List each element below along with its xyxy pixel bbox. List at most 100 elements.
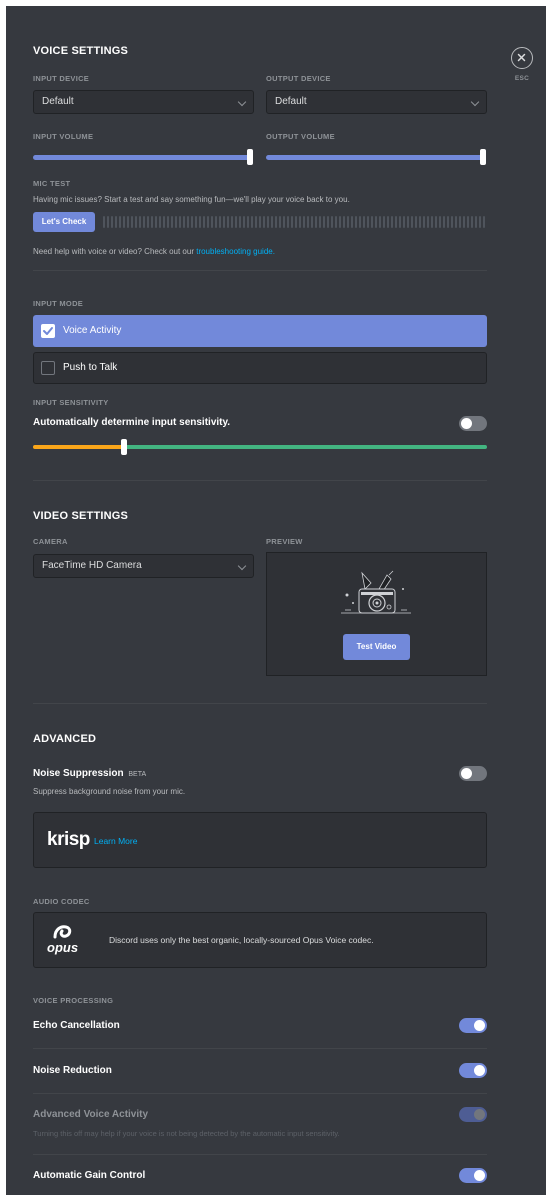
voice-activity-option[interactable]: Voice Activity <box>33 315 487 347</box>
mic-test-description: Having mic issues? Start a test and say … <box>33 195 350 204</box>
meter-tick <box>187 216 189 228</box>
meter-tick <box>271 216 273 228</box>
push-to-talk-label: Push to Talk <box>63 362 118 373</box>
meter-tick <box>287 216 289 228</box>
meter-tick <box>471 216 473 228</box>
meter-tick <box>291 216 293 228</box>
divider <box>33 1048 487 1049</box>
automatic-gain-control-label: Automatic Gain Control <box>33 1170 146 1181</box>
meter-tick <box>383 216 385 228</box>
voice-activity-label: Voice Activity <box>63 325 122 336</box>
meter-tick <box>203 216 205 228</box>
auto-sensitivity-toggle[interactable] <box>459 416 487 431</box>
meter-tick <box>267 216 269 228</box>
meter-tick <box>227 216 229 228</box>
output-device-value: Default <box>275 96 307 107</box>
advanced-title: ADVANCED <box>33 733 97 745</box>
push-to-talk-option[interactable]: Push to Talk <box>33 352 487 384</box>
meter-tick <box>355 216 357 228</box>
meter-tick <box>307 216 309 228</box>
mic-test-label: MIC TEST <box>33 179 71 188</box>
settings-panel: ESC VOICE SETTINGS INPUT DEVICE Default … <box>6 6 546 1195</box>
meter-tick <box>407 216 409 228</box>
meter-tick <box>239 216 241 228</box>
input-device-label: INPUT DEVICE <box>33 74 90 83</box>
meter-tick <box>295 216 297 228</box>
lets-check-button[interactable]: Let's Check <box>33 212 95 232</box>
noise-suppression-toggle[interactable] <box>459 766 487 781</box>
meter-tick <box>483 216 485 228</box>
meter-tick <box>319 216 321 228</box>
test-video-button[interactable]: Test Video <box>343 634 410 660</box>
sensitivity-handle[interactable] <box>121 439 127 455</box>
meter-tick <box>379 216 381 228</box>
preview-label: PREVIEW <box>266 537 303 546</box>
divider <box>33 703 487 704</box>
close-button[interactable] <box>511 47 533 69</box>
close-icon <box>517 53 526 62</box>
meter-tick <box>247 216 249 228</box>
input-volume-slider[interactable] <box>33 155 252 160</box>
meter-tick <box>175 216 177 228</box>
meter-tick <box>111 216 113 228</box>
troubleshooting-link[interactable]: troubleshooting guide. <box>196 247 275 256</box>
meter-tick <box>459 216 461 228</box>
echo-cancellation-toggle[interactable] <box>459 1018 487 1033</box>
meter-tick <box>391 216 393 228</box>
automatic-gain-control-toggle[interactable] <box>459 1168 487 1183</box>
opus-description: Discord uses only the best organic, loca… <box>109 935 374 945</box>
meter-tick <box>215 216 217 228</box>
divider <box>33 480 487 481</box>
meter-tick <box>303 216 305 228</box>
advanced-voice-activity-toggle <box>459 1107 487 1122</box>
meter-tick <box>263 216 265 228</box>
meter-tick <box>403 216 405 228</box>
meter-tick <box>331 216 333 228</box>
meter-tick <box>231 216 233 228</box>
input-device-select[interactable]: Default <box>33 90 254 114</box>
meter-tick <box>367 216 369 228</box>
voice-processing-label: VOICE PROCESSING <box>33 996 114 1005</box>
meter-tick <box>131 216 133 228</box>
meter-tick <box>199 216 201 228</box>
meter-tick <box>431 216 433 228</box>
meter-tick <box>351 216 353 228</box>
noise-reduction-toggle[interactable] <box>459 1063 487 1078</box>
meter-tick <box>155 216 157 228</box>
meter-tick <box>419 216 421 228</box>
camera-value: FaceTime HD Camera <box>42 560 142 571</box>
sensitivity-bar-high <box>124 445 487 449</box>
camera-illustration-icon <box>341 570 411 614</box>
meter-tick <box>447 216 449 228</box>
chevron-down-icon <box>237 561 247 571</box>
camera-label: CAMERA <box>33 537 68 546</box>
video-preview: Test Video <box>266 552 487 676</box>
sensitivity-bar-low <box>33 445 124 449</box>
beta-tag: BETA <box>128 771 147 778</box>
meter-tick <box>443 216 445 228</box>
meter-tick <box>371 216 373 228</box>
help-prefix: Need help with voice or video? Check out… <box>33 247 194 256</box>
krisp-learn-more-link[interactable]: Learn More <box>94 836 137 846</box>
input-device-value: Default <box>42 96 74 107</box>
meter-tick <box>343 216 345 228</box>
meter-tick <box>235 216 237 228</box>
meter-tick <box>223 216 225 228</box>
output-volume-label: OUTPUT VOLUME <box>266 132 335 141</box>
meter-tick <box>463 216 465 228</box>
camera-select[interactable]: FaceTime HD Camera <box>33 554 254 578</box>
audio-codec-label: AUDIO CODEC <box>33 897 90 906</box>
meter-tick <box>143 216 145 228</box>
meter-tick <box>395 216 397 228</box>
meter-tick <box>399 216 401 228</box>
meter-tick <box>115 216 117 228</box>
mic-level-meter <box>103 216 486 228</box>
output-device-select[interactable]: Default <box>266 90 487 114</box>
output-volume-handle[interactable] <box>480 149 486 165</box>
meter-tick <box>119 216 121 228</box>
meter-tick <box>167 216 169 228</box>
output-volume-slider[interactable] <box>266 155 485 160</box>
meter-tick <box>179 216 181 228</box>
meter-tick <box>107 216 109 228</box>
input-volume-handle[interactable] <box>247 149 253 165</box>
